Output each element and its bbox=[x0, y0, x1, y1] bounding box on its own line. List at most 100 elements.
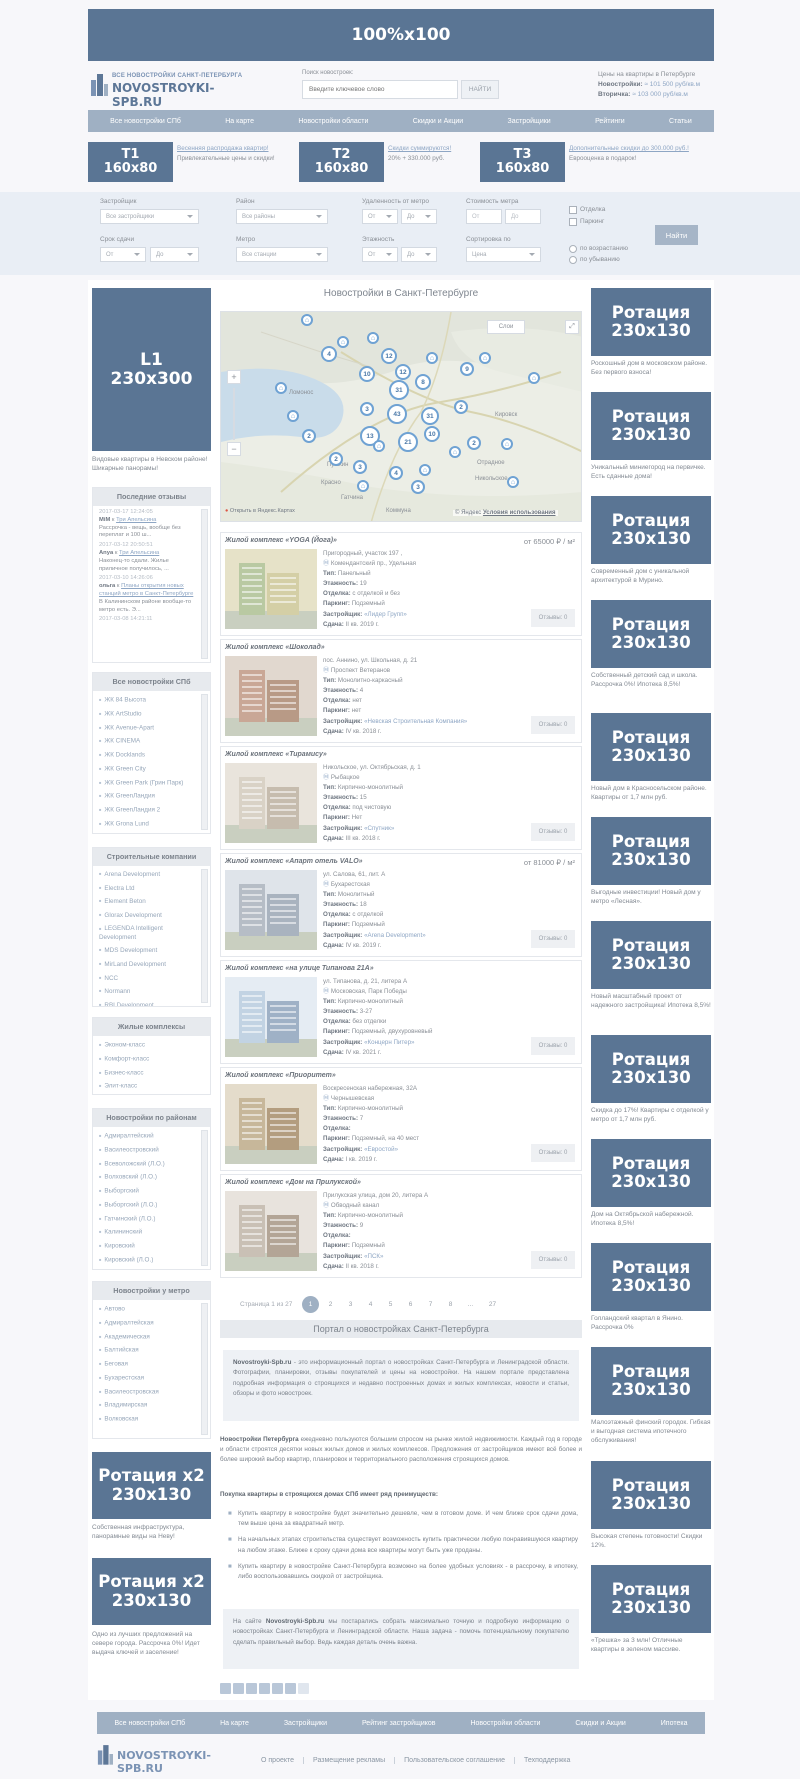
search-input[interactable] bbox=[302, 80, 458, 99]
search-button[interactable]: НАЙТИ bbox=[461, 80, 499, 99]
rotation-ad[interactable]: Ротация 230x130 bbox=[591, 600, 711, 668]
map-cluster-marker[interactable]: 2 bbox=[454, 400, 468, 414]
footer-nav-item[interactable]: Застройщики bbox=[284, 1720, 327, 1727]
list-item[interactable]: ЖК Avenue-Apart bbox=[99, 721, 210, 735]
map-cluster-marker[interactable]: 3 bbox=[360, 402, 374, 416]
list-item[interactable]: RBI Development bbox=[99, 999, 198, 1006]
t2-banner-ad[interactable]: T2 160x80 bbox=[299, 142, 384, 182]
rotation-ad[interactable]: Ротация 230x130 bbox=[591, 1565, 711, 1633]
house-marker-icon[interactable]: ⌂ bbox=[367, 332, 379, 344]
rotation-ad[interactable]: Ротация 230x130 bbox=[591, 1139, 711, 1207]
left-rotation-ad-2[interactable]: Ротация x2 230x130 bbox=[92, 1558, 211, 1625]
house-marker-icon[interactable]: ⌂ bbox=[501, 438, 513, 450]
list-item[interactable]: Беговая bbox=[99, 1357, 210, 1371]
list-item[interactable]: Владимирская bbox=[99, 1398, 210, 1412]
map-cluster-marker[interactable]: 31 bbox=[421, 407, 439, 425]
map-fullscreen-icon[interactable]: ⤢ bbox=[565, 320, 579, 334]
list-item[interactable]: Выборгский bbox=[99, 1184, 210, 1198]
listing-title[interactable]: Жилой комплекс «Апарт отель VALO» bbox=[225, 858, 363, 865]
novostroyki-map[interactable]: Ломонос Пушкин Красно Коммуна Отрадное К… bbox=[220, 311, 582, 522]
listing-photo[interactable] bbox=[225, 1191, 317, 1271]
reviews-button[interactable]: Отзывы: 0 bbox=[531, 1037, 575, 1055]
filter-find-button[interactable]: Найти bbox=[655, 225, 698, 245]
nav-item-region[interactable]: Новостройки области bbox=[298, 118, 368, 125]
map-cluster-marker[interactable]: 8 bbox=[415, 374, 431, 390]
filter-finish-checkbox[interactable] bbox=[569, 206, 577, 214]
vk-icon[interactable] bbox=[220, 1683, 231, 1694]
reviews-button[interactable]: Отзывы: 0 bbox=[531, 609, 575, 627]
list-item[interactable]: Arena Development bbox=[99, 868, 198, 882]
filter-district-select[interactable]: Все районы bbox=[236, 209, 328, 224]
list-item[interactable]: MDS Development bbox=[99, 944, 198, 958]
list-item[interactable]: NCC bbox=[99, 972, 198, 986]
list-item[interactable]: Кировский bbox=[99, 1239, 210, 1253]
page-button[interactable]: 8 bbox=[442, 1296, 459, 1313]
filter-cost-from[interactable]: От bbox=[466, 209, 502, 224]
list-item[interactable]: ЖК Green Park (Грин Парк) bbox=[99, 776, 210, 790]
list-item[interactable]: Element Beton bbox=[99, 895, 198, 909]
builders-scrollbar[interactable] bbox=[201, 869, 208, 1003]
nav-item-discounts[interactable]: Скидки и Акции bbox=[413, 118, 463, 125]
map-cluster-marker[interactable]: 43 bbox=[387, 404, 407, 424]
listing-title[interactable]: Жилой комплекс «Шоколад» bbox=[225, 644, 325, 651]
house-marker-icon[interactable]: ⌂ bbox=[373, 440, 385, 452]
t3-ad-link[interactable]: Дополнительные скидки до 300.000 руб.! bbox=[569, 145, 689, 152]
list-item[interactable]: Автово bbox=[99, 1302, 210, 1316]
reviews-button[interactable]: Отзывы: 0 bbox=[531, 1251, 575, 1269]
filter-floors-to[interactable]: До bbox=[401, 247, 437, 262]
list-item[interactable]: ЖК Docklands bbox=[99, 748, 210, 762]
footer-nav-item[interactable]: Все новостройки СПб bbox=[114, 1720, 185, 1727]
list-item[interactable]: ЖК ArtStudio bbox=[99, 707, 210, 721]
reviews-scrollbar[interactable] bbox=[201, 509, 208, 659]
list-item[interactable]: Выборгский (Л.О.) bbox=[99, 1198, 210, 1212]
filter-sort-asc-radio[interactable] bbox=[569, 245, 577, 253]
footer-link[interactable]: О проекте bbox=[252, 1757, 305, 1764]
list-item[interactable]: Адмиралтейский bbox=[99, 1129, 210, 1143]
map-open-link[interactable]: ● Открыть в Яндекс.Картах bbox=[225, 508, 295, 514]
rotation-ad[interactable]: Ротация 230x130 bbox=[591, 1461, 711, 1529]
house-marker-icon[interactable]: ⌂ bbox=[337, 336, 349, 348]
list-item[interactable]: Бизнес-класс bbox=[99, 1066, 210, 1080]
list-item[interactable]: Гатчинский (Л.О.) bbox=[99, 1212, 210, 1226]
filter-distance-from[interactable]: От bbox=[362, 209, 398, 224]
nav-item-all[interactable]: Все новостройки СПб bbox=[110, 118, 181, 125]
more-share-icon[interactable] bbox=[298, 1683, 309, 1694]
footer-link[interactable]: Техподдержка bbox=[515, 1757, 579, 1764]
t1-ad-link[interactable]: Весенняя распродажа квартир! bbox=[177, 145, 269, 152]
footer-logo[interactable]: NOVOSTROYKI-SPB.RU bbox=[97, 1741, 247, 1775]
listing-title[interactable]: Жилой комплекс «на улице Типанова 21А» bbox=[225, 965, 374, 972]
site-logo[interactable]: ВСЕ НОВОСТРОЙКИ САНКТ-ПЕТЕРБУРГА NOVOSTR… bbox=[88, 70, 248, 109]
house-marker-icon[interactable]: ⌂ bbox=[449, 446, 461, 458]
list-item[interactable]: Василеостровская bbox=[99, 1385, 210, 1399]
footer-nav-item[interactable]: Рейтинг застройщиков bbox=[362, 1720, 436, 1727]
nav-item-ratings[interactable]: Рейтинги bbox=[595, 118, 625, 125]
google-plus-icon[interactable] bbox=[272, 1683, 283, 1694]
map-cluster-marker[interactable]: 4 bbox=[389, 466, 403, 480]
filter-floors-from[interactable]: От bbox=[362, 247, 398, 262]
list-item[interactable]: ЖК Green City bbox=[99, 762, 210, 776]
list-item[interactable]: Элит-класс bbox=[99, 1079, 210, 1093]
reviews-button[interactable]: Отзывы: 0 bbox=[531, 1144, 575, 1162]
nav-item-articles[interactable]: Статьи bbox=[669, 118, 692, 125]
filter-parking-checkbox[interactable] bbox=[569, 218, 577, 226]
reviews-button[interactable]: Отзывы: 0 bbox=[531, 930, 575, 948]
map-cluster-marker[interactable]: 2 bbox=[302, 429, 316, 443]
listing-photo[interactable] bbox=[225, 763, 317, 843]
listing-developer-link[interactable]: «Невская Строительная Компания» bbox=[364, 718, 467, 725]
filter-distance-to[interactable]: До bbox=[401, 209, 437, 224]
listing-developer-link[interactable]: «Arena Development» bbox=[364, 932, 426, 939]
listing-title[interactable]: Жилой комплекс «Дом на Прилукской» bbox=[225, 1179, 361, 1186]
listing-developer-link[interactable]: «Евростой» bbox=[364, 1146, 398, 1153]
listing-card[interactable]: Жилой комплекс «на улице Типанова 21А» ул… bbox=[220, 960, 582, 1064]
rotation-ad[interactable]: Ротация 230x130 bbox=[591, 392, 711, 460]
listing-card[interactable]: Жилой комплекс «Приоритет» Воскресенская … bbox=[220, 1067, 582, 1171]
listing-developer-link[interactable]: «Спутник» bbox=[364, 825, 394, 832]
list-item[interactable]: Glorax Development bbox=[99, 909, 198, 923]
listing-title[interactable]: Жилой комплекс «Тирамису» bbox=[225, 751, 327, 758]
filter-metro-select[interactable]: Все станции bbox=[236, 247, 328, 262]
filter-term-from[interactable]: От bbox=[100, 247, 146, 262]
districts-scrollbar[interactable] bbox=[201, 1130, 208, 1266]
review-target-link[interactable]: Три Апельсина bbox=[116, 517, 156, 523]
rotation-ad[interactable]: Ротация 230x130 bbox=[591, 1347, 711, 1415]
metro-scrollbar[interactable] bbox=[201, 1303, 208, 1435]
